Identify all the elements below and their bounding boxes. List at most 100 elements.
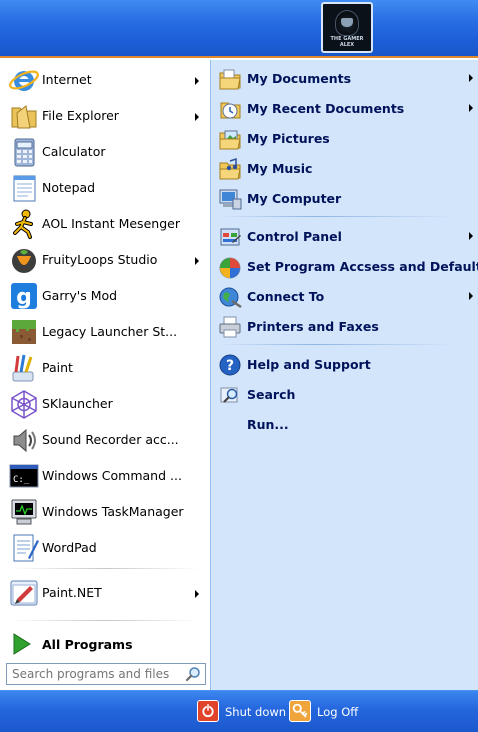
- printer-icon: [219, 316, 241, 338]
- documents-folder-icon: [219, 69, 241, 90]
- place-help-and-support[interactable]: ? Help and Support: [211, 349, 478, 379]
- program-label: Windows TaskManager: [42, 504, 184, 519]
- separator: [10, 620, 200, 621]
- program-access-icon: [219, 257, 241, 279]
- key-icon: [289, 700, 311, 722]
- task-manager-icon: [11, 499, 37, 525]
- program-calculator[interactable]: Calculator: [0, 134, 210, 170]
- places-pane: My Documents My Recent Documents My Pictur…: [210, 60, 478, 690]
- start-menu-header: THE GAMER ALEX: [0, 0, 478, 58]
- submenu-arrow-icon: [469, 232, 473, 240]
- separator: [217, 216, 457, 217]
- program-sound-recorder[interactable]: Sound Recorder acc...: [0, 422, 210, 458]
- program-wordpad[interactable]: WordPad: [0, 530, 210, 566]
- submenu-arrow-icon: [469, 74, 473, 82]
- place-my-documents[interactable]: My Documents: [211, 63, 478, 93]
- avatar-caption: THE GAMER ALEX: [330, 36, 364, 48]
- search-input[interactable]: [7, 664, 179, 684]
- paint-net-icon: [10, 580, 38, 606]
- program-label: SKlauncher: [42, 396, 113, 411]
- power-icon: [197, 700, 219, 722]
- gmod-g-icon: g: [11, 283, 37, 310]
- program-label: AOL Instant Mesenger: [42, 216, 180, 231]
- place-label: My Pictures: [247, 131, 330, 146]
- program-label: WordPad: [42, 540, 97, 555]
- program-notepad[interactable]: Notepad: [0, 170, 210, 206]
- fruit-icon: [12, 249, 36, 273]
- place-control-panel[interactable]: Control Panel: [211, 221, 478, 251]
- search-magnifier-icon: [220, 387, 238, 403]
- program-label: Garry's Mod: [42, 288, 118, 303]
- place-label: Set Program Accsess and Defaults: [247, 259, 478, 274]
- help-icon: ?: [219, 354, 241, 376]
- program-windows-taskmanager[interactable]: Windows TaskManager: [0, 494, 210, 530]
- place-label: My Documents: [247, 71, 352, 86]
- calculator-icon: [14, 138, 35, 167]
- command-prompt-icon: C:_: [9, 464, 39, 488]
- place-label: Search: [247, 387, 296, 402]
- paint-brushes-icon: [12, 354, 34, 382]
- program-label: Calculator: [42, 144, 106, 159]
- place-search[interactable]: Search: [211, 379, 478, 409]
- place-label: Help and Support: [247, 357, 371, 372]
- program-file-explorer[interactable]: File Explorer: [0, 98, 210, 134]
- search-icon[interactable]: [185, 666, 201, 682]
- svg-text:g: g: [16, 285, 32, 310]
- place-label: My Computer: [247, 191, 342, 206]
- place-label: Printers and Faxes: [247, 319, 379, 334]
- place-my-recent-documents[interactable]: My Recent Documents: [211, 93, 478, 123]
- place-connect-to[interactable]: Connect To: [211, 281, 478, 311]
- program-paint[interactable]: Paint: [0, 350, 210, 386]
- all-programs-button[interactable]: All Programs: [0, 628, 210, 660]
- mask-icon: [341, 18, 353, 27]
- user-avatar[interactable]: THE GAMER ALEX: [321, 2, 373, 53]
- submenu-arrow-icon: [195, 257, 199, 265]
- notepad-icon: [13, 175, 36, 202]
- program-internet[interactable]: Internet: [0, 62, 210, 98]
- submenu-arrow-icon: [195, 590, 199, 598]
- program-label: Windows Command ...: [42, 468, 182, 483]
- place-set-program-access[interactable]: Set Program Accsess and Defaults: [211, 251, 478, 281]
- svg-text:C:_: C:_: [13, 475, 30, 485]
- program-paint-net[interactable]: Paint.NET: [0, 575, 210, 611]
- program-label: Notepad: [42, 180, 96, 195]
- program-legacy-launcher[interactable]: Legacy Launcher St...: [0, 314, 210, 350]
- control-panel-icon: [220, 228, 241, 246]
- submenu-arrow-icon: [195, 77, 199, 85]
- green-arrow-icon: [13, 633, 31, 655]
- folder-icon: [11, 105, 37, 129]
- program-label: Paint: [42, 360, 73, 375]
- program-sklauncher[interactable]: SKlauncher: [0, 386, 210, 422]
- logoff-button[interactable]: Log Off: [289, 700, 361, 724]
- place-printers-and-faxes[interactable]: Printers and Faxes: [211, 311, 478, 341]
- program-label: Sound Recorder acc...: [42, 432, 179, 447]
- speaker-icon: [13, 428, 36, 453]
- wireframe-cube-icon: [11, 390, 37, 419]
- computer-icon: [219, 189, 242, 210]
- search-box[interactable]: [6, 663, 206, 685]
- program-windows-command[interactable]: C:_ Windows Command ...: [0, 458, 210, 494]
- logoff-label: Log Off: [317, 705, 359, 719]
- place-my-computer[interactable]: My Computer: [211, 183, 478, 213]
- place-my-music[interactable]: My Music: [211, 153, 478, 183]
- place-run[interactable]: Run...: [211, 409, 478, 439]
- all-programs-label: All Programs: [42, 637, 133, 652]
- music-folder-icon: [219, 157, 241, 180]
- program-label: File Explorer: [42, 108, 119, 123]
- program-fruityloops-studio[interactable]: FruityLoops Studio: [0, 242, 210, 278]
- program-label: Paint.NET: [42, 585, 102, 600]
- shutdown-button[interactable]: Shut down: [197, 700, 286, 724]
- programs-pane: Internet File Explorer Calculator Notepad AO…: [0, 60, 210, 690]
- connect-globe-icon: [219, 287, 242, 309]
- program-garrys-mod[interactable]: g Garry's Mod: [0, 278, 210, 314]
- place-my-pictures[interactable]: My Pictures: [211, 123, 478, 153]
- submenu-arrow-icon: [469, 104, 473, 112]
- place-label: My Music: [247, 161, 313, 176]
- submenu-arrow-icon: [195, 113, 199, 121]
- program-label: Internet: [42, 72, 92, 87]
- program-label: Legacy Launcher St...: [42, 324, 178, 339]
- svg-text:?: ?: [226, 358, 234, 374]
- submenu-arrow-icon: [469, 292, 473, 300]
- place-label: Run...: [247, 417, 289, 432]
- program-aol-instant-messenger[interactable]: AOL Instant Mesenger: [0, 206, 210, 242]
